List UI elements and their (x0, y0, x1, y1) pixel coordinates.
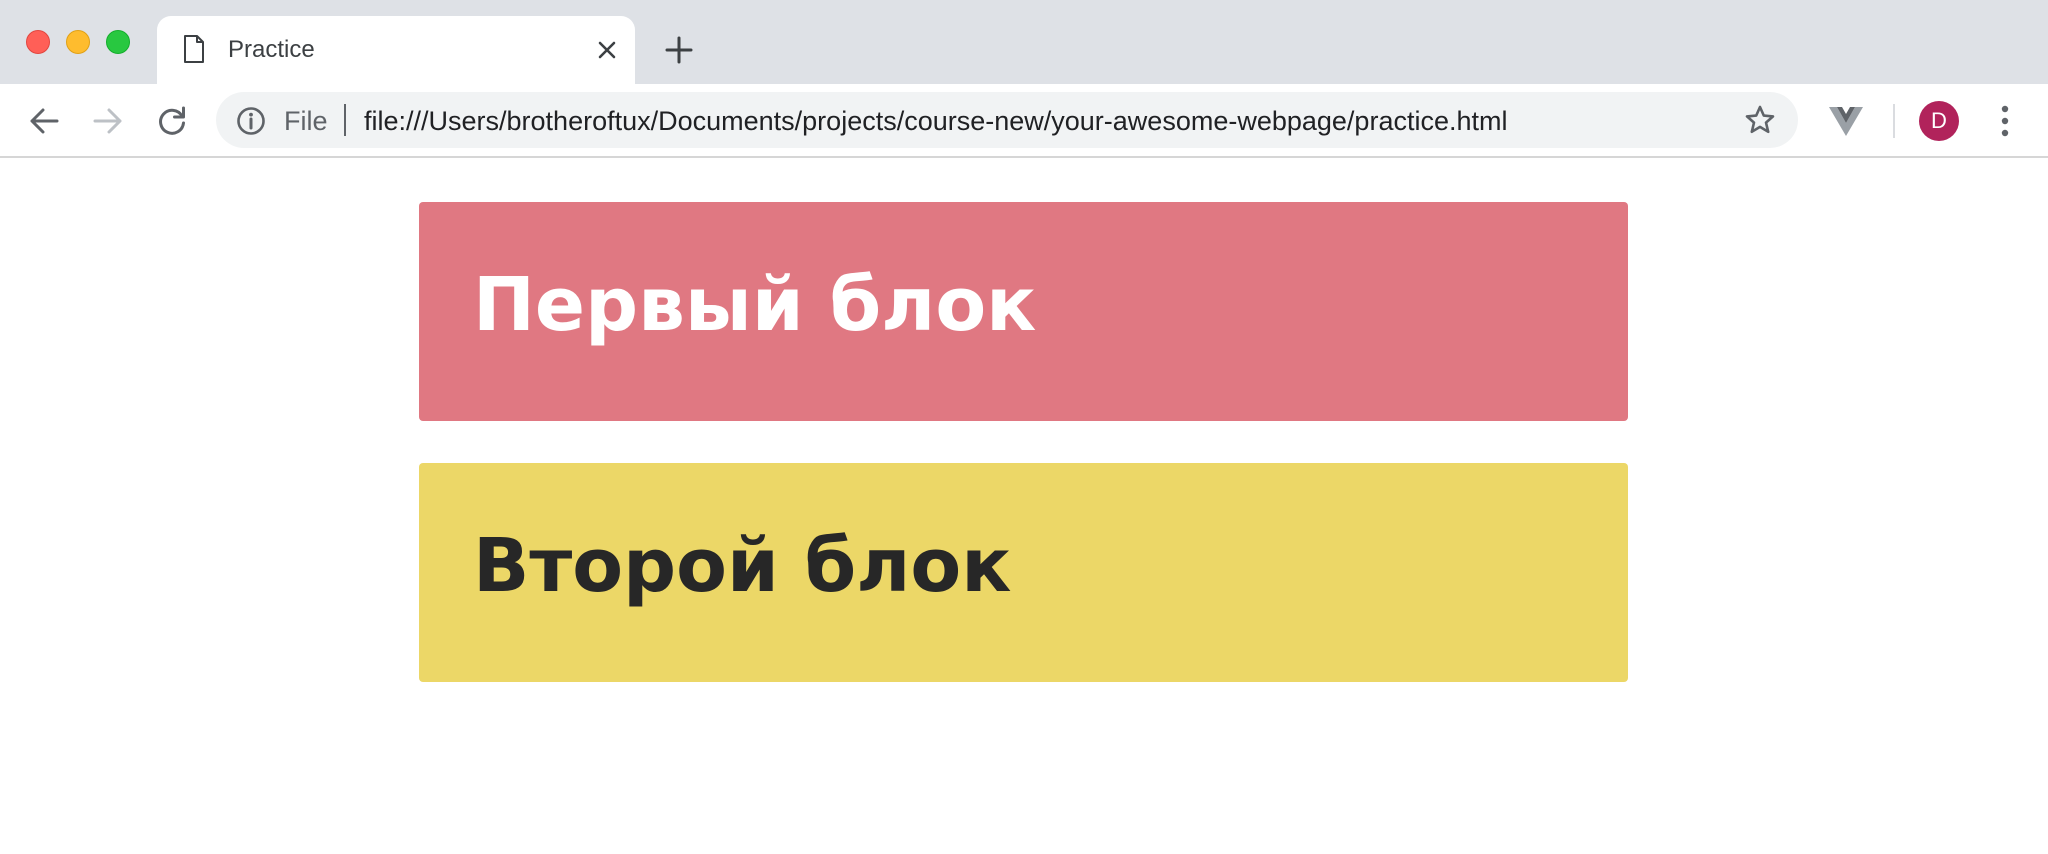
first-block-heading: Первый блок (473, 262, 1037, 348)
tab-practice[interactable]: Practice (157, 16, 635, 84)
browser-window: Practice File file:///Users/brotheroftux… (0, 0, 2048, 854)
avatar[interactable]: D (1919, 101, 1959, 141)
toolbar-separator (1893, 104, 1895, 138)
tab-title: Practice (228, 36, 315, 63)
window-minimize-button[interactable] (66, 30, 90, 54)
second-block: Второй блок (419, 463, 1628, 682)
arrow-left-icon[interactable] (27, 104, 61, 138)
window-close-button[interactable] (26, 30, 50, 54)
scheme-label: File (284, 106, 328, 136)
reload-icon[interactable] (155, 104, 189, 138)
info-icon[interactable] (236, 106, 266, 136)
address-bar[interactable]: File file:///Users/brotheroftux/Document… (216, 92, 1798, 148)
omnibox-divider (344, 104, 346, 136)
close-icon[interactable] (595, 38, 619, 62)
first-block: Первый блок (419, 202, 1628, 421)
second-block-heading: Второй блок (473, 523, 1012, 609)
tab-strip: Practice (0, 0, 2048, 84)
plus-icon[interactable] (664, 35, 694, 65)
vue-devtools-icon[interactable] (1828, 104, 1864, 138)
star-icon[interactable] (1744, 104, 1776, 136)
browser-toolbar: File file:///Users/brotheroftux/Document… (0, 84, 2048, 158)
page-content: Первый блок Второй блок (0, 158, 2048, 854)
url-text[interactable]: file:///Users/brotheroftux/Documents/pro… (364, 105, 1507, 137)
page-icon (184, 35, 204, 63)
more-vert-icon[interactable] (1990, 101, 2020, 141)
window-zoom-button[interactable] (106, 30, 130, 54)
arrow-right-icon[interactable] (91, 104, 125, 138)
